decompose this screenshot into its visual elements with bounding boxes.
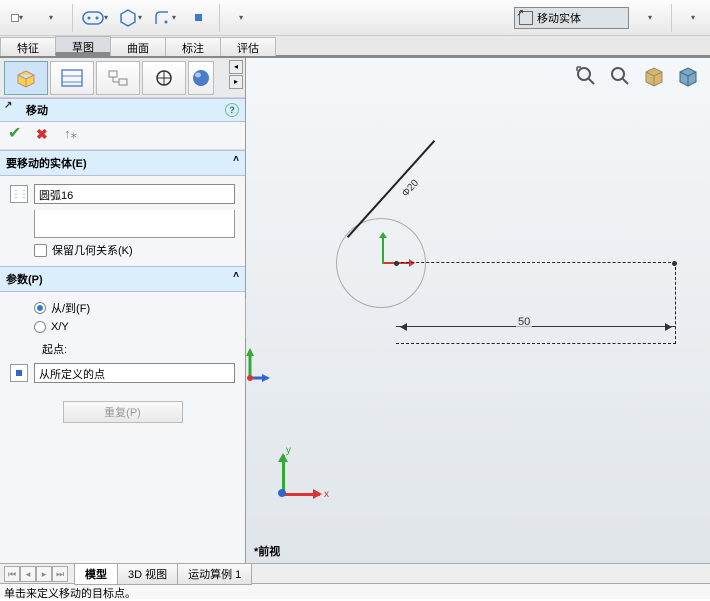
section-entities-header[interactable]: 要移动的实体(E) ˄ xyxy=(0,150,245,176)
diameter-dimension: Φ20 xyxy=(400,178,421,200)
view-name-label: *前视 xyxy=(254,543,280,559)
ok-button[interactable]: ✔ xyxy=(8,126,26,144)
chevron-up-icon: ˄ xyxy=(233,270,239,281)
bottom-tab-model[interactable]: 模型 xyxy=(74,563,118,585)
graphics-viewport[interactable]: Φ20 50 y x *前视 xyxy=(246,58,710,563)
tab-annotate[interactable]: 标注 xyxy=(165,37,221,56)
sketch-rectangle xyxy=(396,262,676,344)
radio-xy-label: X/Y xyxy=(51,321,69,333)
left-edge-triad xyxy=(240,348,270,388)
config-tab[interactable] xyxy=(96,61,140,95)
origin-y-arrow xyxy=(382,234,384,264)
entity-selector-icon xyxy=(10,185,28,203)
start-point-field[interactable]: 从所定义的点 xyxy=(34,363,235,383)
status-bar: 单击来定义移动的目标点。 xyxy=(0,583,710,599)
chevron-up-icon: ˄ xyxy=(233,154,239,165)
dimxpert-tab[interactable] xyxy=(142,61,186,95)
toolbar-btn-2[interactable]: ▾ xyxy=(38,4,64,32)
feature-tree-tab[interactable] xyxy=(4,61,48,95)
tab-evaluate[interactable]: 评估 xyxy=(220,37,276,56)
move-entity-label: 移动实体 xyxy=(537,10,581,26)
toolbar-btn-3[interactable]: ▾ xyxy=(228,4,254,32)
bottom-tab-motion[interactable]: 运动算例 1 xyxy=(177,563,252,585)
pm-title-bar: 移动 ? xyxy=(0,98,245,122)
tab-features[interactable]: 特征 xyxy=(0,37,56,56)
tab-sketch[interactable]: 草图 xyxy=(55,36,111,55)
keep-relations-label: 保留几何关系(K) xyxy=(52,242,133,258)
panel-scroll-left[interactable]: ◂ xyxy=(229,60,243,74)
pm-title: 移动 xyxy=(26,102,48,118)
help-icon[interactable]: ? xyxy=(225,103,239,117)
radio-from-to[interactable] xyxy=(34,302,46,314)
radio-from-to-label: 从/到(F) xyxy=(51,300,90,316)
model-tab-bar: ⏮ ◂ ▸ ⏭ 模型 3D 视图 运动算例 1 xyxy=(0,563,710,583)
width-dimension-line xyxy=(396,326,676,327)
toolbar-btn-1[interactable]: ▾ xyxy=(4,4,30,32)
move-icon xyxy=(6,102,22,118)
start-point-label: 起点: xyxy=(42,341,235,357)
toolbar-btn-4[interactable]: ▾ xyxy=(680,4,706,32)
toolbar-point-icon[interactable] xyxy=(185,4,211,32)
toolbar-fillet-icon[interactable]: ▾ xyxy=(151,4,177,32)
width-dimension: 50 xyxy=(516,316,532,328)
toolbar-slot-icon[interactable]: ▾ xyxy=(81,4,109,32)
left-panel: ◂ ▸ 移动 ? ✔ ✖ ↑⁎ 要移动的实体(E) ˄ 圆弧16 xyxy=(0,58,246,563)
cancel-button[interactable]: ✖ xyxy=(36,126,54,144)
keep-relations-checkbox[interactable] xyxy=(34,244,47,257)
main-toolbar: ▾ ▾ ▾ ▾ ▾ ▾ 移动实体 ▾ ▾ xyxy=(0,0,710,36)
tab-surfaces[interactable]: 曲面 xyxy=(110,37,166,56)
selected-entity-field[interactable]: 圆弧16 xyxy=(34,184,235,204)
zoom-fit-icon[interactable] xyxy=(572,62,600,90)
section-view-icon[interactable] xyxy=(640,62,668,90)
section-params-header[interactable]: 参数(P) ˄ xyxy=(0,266,245,292)
render-tab[interactable] xyxy=(188,61,214,95)
pushpin-button[interactable]: ↑⁎ xyxy=(64,126,82,144)
panel-tab-row: ◂ ▸ xyxy=(0,58,245,98)
view-orientation-icon[interactable] xyxy=(674,62,702,90)
tab-nav-first[interactable]: ⏮ xyxy=(4,566,20,582)
entity-list-box[interactable] xyxy=(34,210,235,238)
move-entity-icon xyxy=(519,11,533,25)
point-selector-icon xyxy=(10,364,28,382)
panel-scroll-right[interactable]: ▸ xyxy=(229,75,243,89)
toolbar-dd-right[interactable]: ▾ xyxy=(637,4,663,32)
toolbar-polygon-icon[interactable]: ▾ xyxy=(117,4,143,32)
zoom-area-icon[interactable] xyxy=(606,62,634,90)
tab-nav-prev[interactable]: ◂ xyxy=(20,566,36,582)
pm-action-row: ✔ ✖ ↑⁎ xyxy=(0,122,245,150)
bottom-tab-3dview[interactable]: 3D 视图 xyxy=(117,563,178,585)
tab-nav-next[interactable]: ▸ xyxy=(36,566,52,582)
command-manager-tabs: 特征 草图 曲面 标注 评估 xyxy=(0,36,710,58)
tab-nav-last[interactable]: ⏭ xyxy=(52,566,68,582)
move-entity-combo[interactable]: 移动实体 xyxy=(514,7,629,29)
radio-xy[interactable] xyxy=(34,321,46,333)
view-toolbar xyxy=(572,62,702,90)
repeat-button[interactable]: 重复(P) xyxy=(63,401,183,423)
property-tab[interactable] xyxy=(50,61,94,95)
